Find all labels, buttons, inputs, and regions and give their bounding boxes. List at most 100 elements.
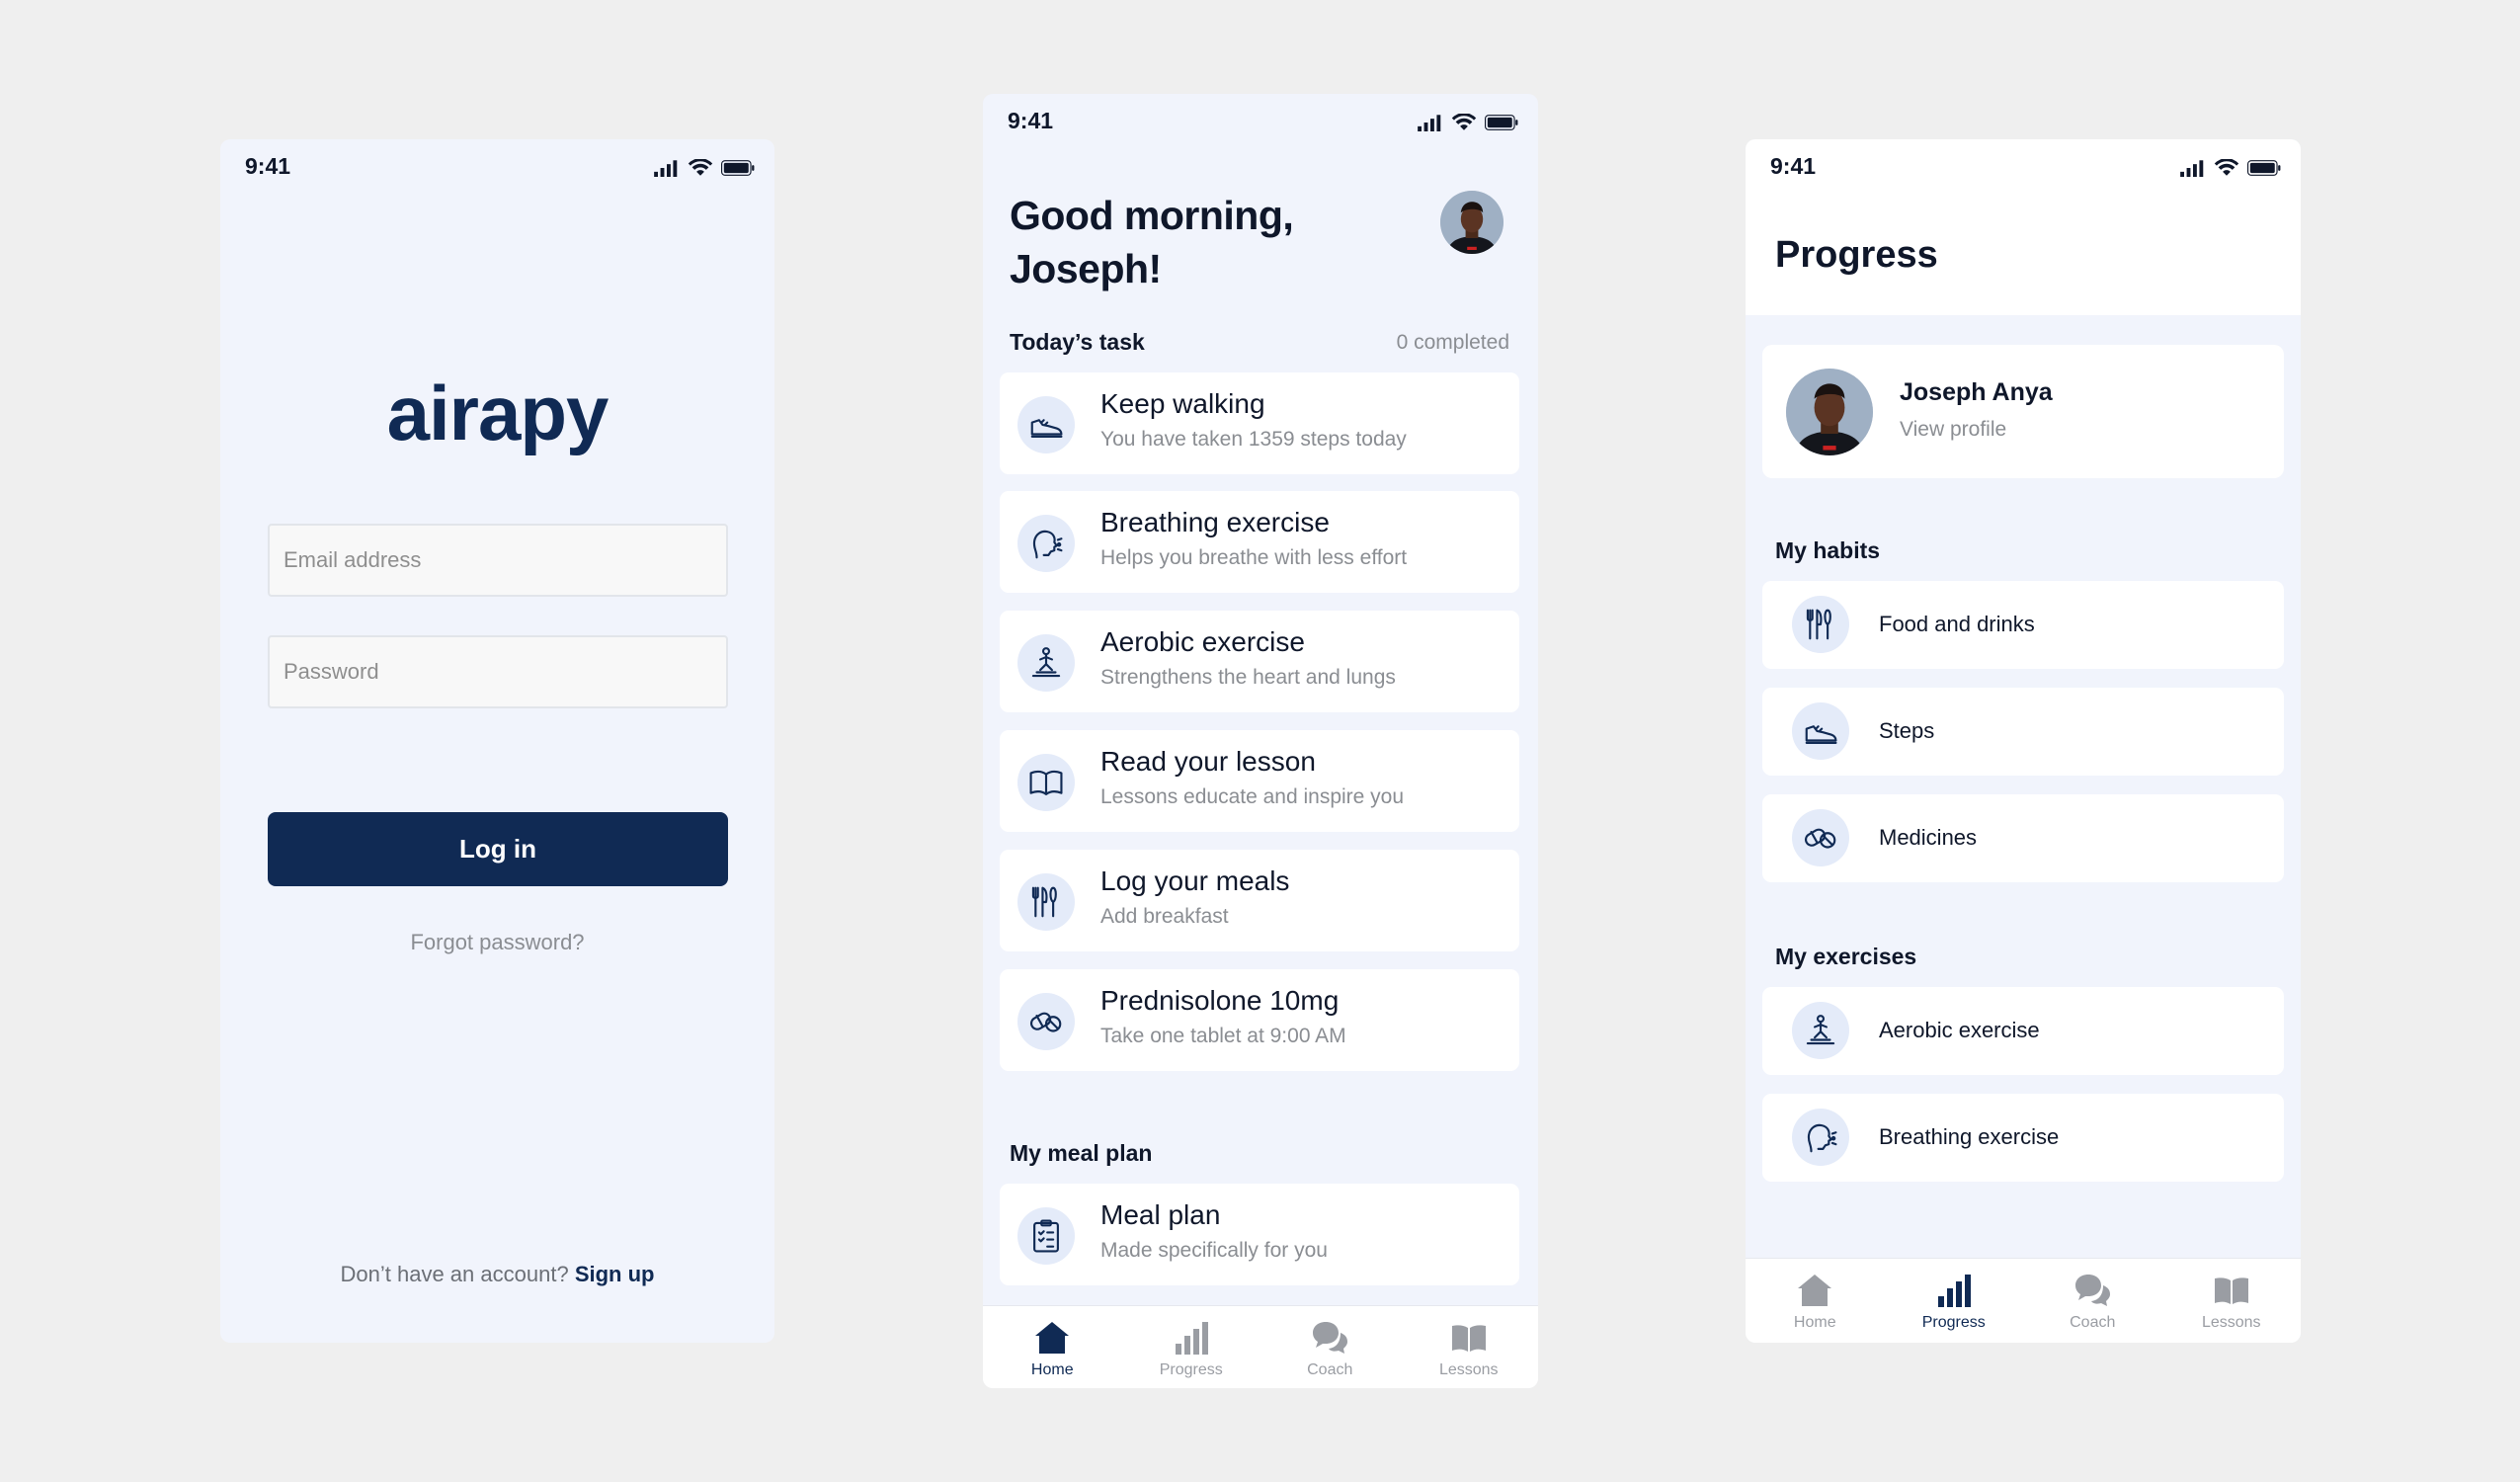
status-time: 9:41 [245, 153, 291, 179]
password-field[interactable] [268, 635, 728, 708]
icon-circle [1792, 1109, 1849, 1166]
bar-chart-icon [1934, 1271, 1974, 1310]
chat-icon [1310, 1318, 1349, 1358]
page-title: Progress [1775, 234, 1938, 276]
habit-label: Steps [1879, 718, 1935, 743]
tab-bar: Home Progress Coach Lessons [983, 1305, 1538, 1388]
icon-circle [1017, 1207, 1075, 1265]
profile-name: Joseph Anya [1900, 378, 2053, 406]
meal-plan-label: My meal plan [1010, 1140, 1153, 1166]
exercise-row-breathing[interactable]: Breathing exercise [1762, 1094, 2284, 1182]
status-bar: 9:41 [983, 94, 1538, 153]
status-time: 9:41 [1770, 153, 1817, 179]
task-title: Aerobic exercise [1100, 626, 1305, 657]
today-task-label: Today’s task [1010, 329, 1145, 355]
avatar[interactable] [1440, 191, 1504, 254]
signal-icon [2180, 159, 2206, 177]
icon-circle [1017, 993, 1075, 1050]
task-card-aerobic[interactable]: Aerobic exercise Strengthens the heart a… [1000, 611, 1519, 712]
exercise-row-aerobic[interactable]: Aerobic exercise [1762, 987, 2284, 1075]
forgot-password-link[interactable]: Forgot password? [220, 930, 774, 955]
task-subtitle: You have taken 1359 steps today [1100, 428, 1407, 451]
tab-label: Progress [1921, 1314, 1986, 1331]
task-title: Keep walking [1100, 388, 1265, 419]
task-title: Prednisolone 10mg [1100, 985, 1340, 1016]
wifi-icon [1451, 114, 1477, 131]
avatar-image [1786, 369, 1873, 455]
home-icon [1032, 1318, 1072, 1358]
pill-icon [1802, 819, 1839, 857]
battery-icon [721, 159, 755, 177]
task-title: Read your lesson [1100, 746, 1316, 777]
icon-circle [1792, 596, 1849, 653]
tab-label: Home [1030, 1361, 1074, 1378]
habit-row-steps[interactable]: Steps [1762, 688, 2284, 776]
tab-label: Lessons [2201, 1314, 2261, 1331]
utensils-icon [1802, 606, 1839, 643]
book-open-icon [2212, 1271, 2251, 1310]
exercise-label: Aerobic exercise [1879, 1018, 2040, 1042]
status-icons [2180, 159, 2281, 177]
login-button[interactable]: Log in [268, 812, 728, 886]
tab-label: Coach [2070, 1314, 2116, 1331]
avatar [1786, 369, 1873, 455]
avatar-image [1440, 191, 1504, 254]
tab-coach[interactable]: Coach [2023, 1259, 2162, 1343]
meal-plan-card[interactable]: Meal plan Made specifically for you [1000, 1184, 1519, 1285]
task-card-keep-walking[interactable]: Keep walking You have taken 1359 steps t… [1000, 372, 1519, 474]
icon-circle [1017, 873, 1075, 931]
task-title: Log your meals [1100, 865, 1290, 896]
chat-icon [2073, 1271, 2112, 1310]
tab-coach[interactable]: Coach [1260, 1306, 1400, 1388]
task-card-lesson[interactable]: Read your lesson Lessons educate and ins… [1000, 730, 1519, 832]
tab-progress[interactable]: Progress [1885, 1259, 2024, 1343]
tab-label: Progress [1159, 1361, 1223, 1378]
signal-icon [1418, 114, 1443, 131]
tab-label: Home [1793, 1314, 1836, 1331]
view-profile-link[interactable]: View profile [1900, 418, 2006, 442]
habits-label: My habits [1775, 537, 1881, 563]
tab-progress[interactable]: Progress [1122, 1306, 1261, 1388]
email-field[interactable] [268, 524, 728, 597]
profile-card[interactable]: Joseph Anya View profile [1762, 345, 2284, 478]
habit-row-food[interactable]: Food and drinks [1762, 581, 2284, 669]
utensils-icon [1027, 883, 1065, 921]
task-subtitle: Lessons educate and inspire you [1100, 785, 1405, 808]
task-title: Breathing exercise [1100, 507, 1330, 537]
icon-circle [1017, 515, 1075, 572]
signup-link[interactable]: Sign up [575, 1262, 655, 1286]
app-logo: airapy [386, 370, 610, 456]
meal-title: Meal plan [1100, 1199, 1221, 1230]
task-card-medication[interactable]: Prednisolone 10mg Take one tablet at 9:0… [1000, 969, 1519, 1071]
task-subtitle: Add breakfast [1100, 905, 1229, 928]
task-card-breathing[interactable]: Breathing exercise Helps you breathe wit… [1000, 491, 1519, 593]
progress-screen: 9:41 Progress Joseph Anya View profile M… [1746, 139, 2301, 1343]
tab-label: Lessons [1438, 1361, 1499, 1378]
wifi-icon [688, 159, 713, 177]
battery-icon [1485, 114, 1518, 131]
book-icon [1027, 764, 1065, 801]
aerobic-icon [1027, 644, 1065, 682]
battery-icon [2247, 159, 2281, 177]
aerobic-icon [1802, 1012, 1839, 1049]
exercise-label: Breathing exercise [1879, 1124, 2060, 1149]
progress-header: 9:41 Progress [1746, 139, 2301, 315]
tab-label: Coach [1307, 1361, 1353, 1378]
signup-prompt: Don’t have an account? [340, 1262, 569, 1286]
habit-row-medicines[interactable]: Medicines [1762, 794, 2284, 882]
tab-lessons[interactable]: Lessons [2162, 1259, 2302, 1343]
tab-home[interactable]: Home [1746, 1259, 1885, 1343]
home-screen: 9:41 Good morning, Joseph! Today’s task … [983, 94, 1538, 1388]
icon-circle [1792, 1002, 1849, 1059]
task-card-meals[interactable]: Log your meals Add breakfast [1000, 850, 1519, 951]
breathing-icon [1802, 1118, 1839, 1156]
password-input[interactable] [284, 637, 712, 706]
wifi-icon [2214, 159, 2239, 177]
email-input[interactable] [284, 526, 712, 595]
tab-home[interactable]: Home [983, 1306, 1122, 1388]
habit-label: Medicines [1879, 825, 1978, 850]
tab-bar: Home Progress Coach Lessons [1746, 1258, 2301, 1343]
greeting-title: Good morning, Joseph! [1010, 193, 1294, 291]
tab-lessons[interactable]: Lessons [1400, 1306, 1539, 1388]
meal-subtitle: Made specifically for you [1100, 1239, 1328, 1262]
